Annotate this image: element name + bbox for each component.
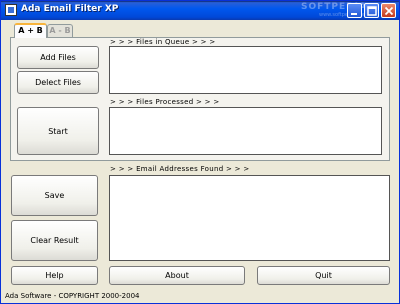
help-button[interactable]: Help (11, 266, 98, 285)
status-bar: Ada Software - COPYRIGHT 2000-2004 (5, 292, 140, 300)
files-in-queue-list[interactable] (109, 46, 382, 94)
tab-panel: Add Files Delect Files Start > > > Files… (10, 37, 390, 161)
files-processed-label: > > > Files Processed > > > (110, 98, 220, 106)
start-button[interactable]: Start (17, 107, 99, 155)
tab-a-plus-b[interactable]: A + B (14, 23, 47, 38)
clear-result-button[interactable]: Clear Result (11, 220, 98, 261)
email-addresses-found-label: > > > Email Addresses Found > > > (110, 165, 250, 173)
minimize-button[interactable] (347, 3, 362, 18)
app-window: Ada Email Filter XP SOFTPEDIA www.softpe… (0, 0, 400, 304)
tab-a-minus-b[interactable]: A - B (47, 24, 73, 38)
quit-button[interactable]: Quit (257, 266, 390, 285)
maximize-icon (367, 6, 377, 16)
minimize-icon (351, 13, 357, 15)
files-in-queue-label: > > > Files in Queue > > > (110, 38, 216, 46)
close-icon (384, 6, 394, 16)
title-bar[interactable]: Ada Email Filter XP SOFTPEDIA www.softpe… (1, 1, 399, 20)
maximize-button[interactable] (364, 3, 379, 18)
about-button[interactable]: About (109, 266, 245, 285)
save-button[interactable]: Save (11, 175, 98, 216)
close-button[interactable] (381, 3, 396, 18)
app-icon[interactable] (5, 4, 17, 16)
add-files-button[interactable]: Add Files (17, 46, 99, 69)
window-title: Ada Email Filter XP (21, 4, 119, 14)
email-addresses-found-list[interactable] (109, 175, 390, 261)
delect-files-button[interactable]: Delect Files (17, 71, 99, 94)
files-processed-list[interactable] (109, 107, 382, 155)
